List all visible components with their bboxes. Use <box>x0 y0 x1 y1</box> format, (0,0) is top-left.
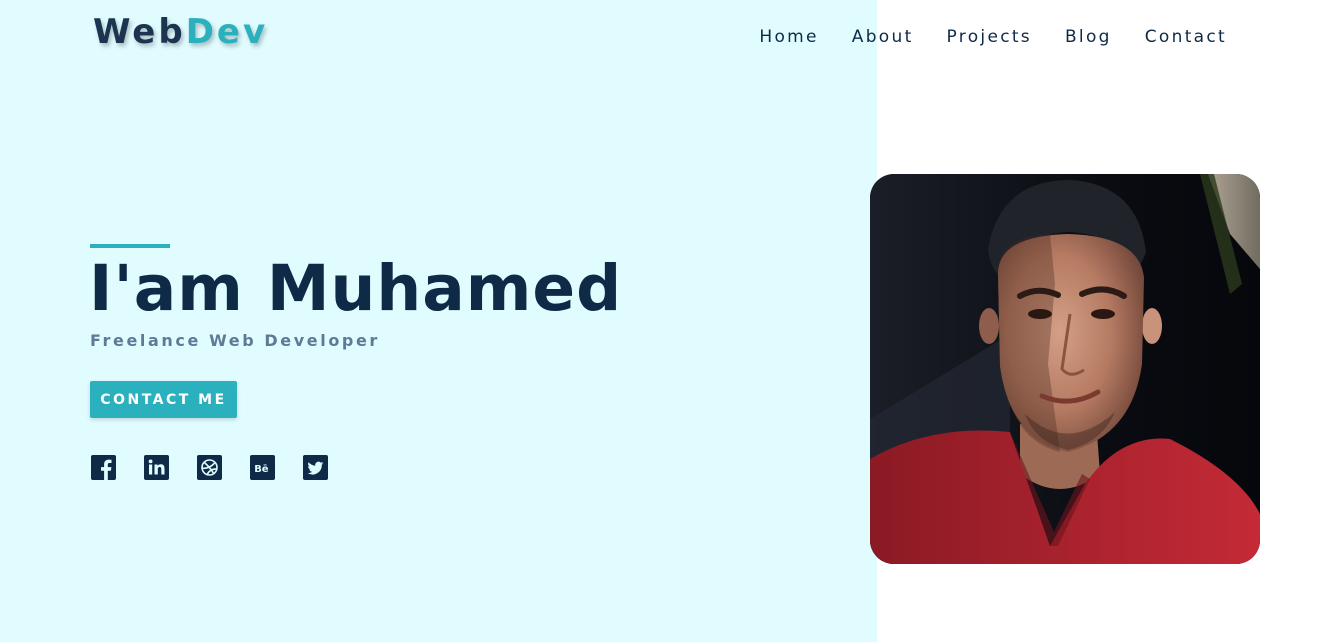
nav-home[interactable]: Home <box>759 26 818 48</box>
title-accent-line <box>90 244 170 248</box>
twitter-icon[interactable] <box>303 455 328 480</box>
social-links: Bē <box>91 455 328 480</box>
behance-icon[interactable]: Bē <box>250 455 275 480</box>
nav-about[interactable]: About <box>852 26 914 48</box>
nav-contact[interactable]: Contact <box>1145 26 1227 48</box>
contact-me-button[interactable]: CONTACT ME <box>90 381 237 418</box>
linkedin-icon[interactable] <box>144 455 169 480</box>
nav-blog[interactable]: Blog <box>1065 26 1112 48</box>
nav-projects[interactable]: Projects <box>947 26 1032 48</box>
site-logo[interactable]: WebDev <box>93 12 268 52</box>
main-nav: Home About Projects Blog Contact <box>759 26 1227 48</box>
hero-title: I'am Muhamed <box>89 252 623 325</box>
dribbble-icon[interactable] <box>197 455 222 480</box>
profile-photo <box>870 174 1260 564</box>
hero-subtitle: Freelance Web Developer <box>90 331 380 350</box>
logo-text-dev: Dev <box>185 12 269 52</box>
svg-text:Bē: Bē <box>254 464 269 475</box>
logo-text-web: Web <box>93 12 186 52</box>
facebook-icon[interactable] <box>91 455 116 480</box>
